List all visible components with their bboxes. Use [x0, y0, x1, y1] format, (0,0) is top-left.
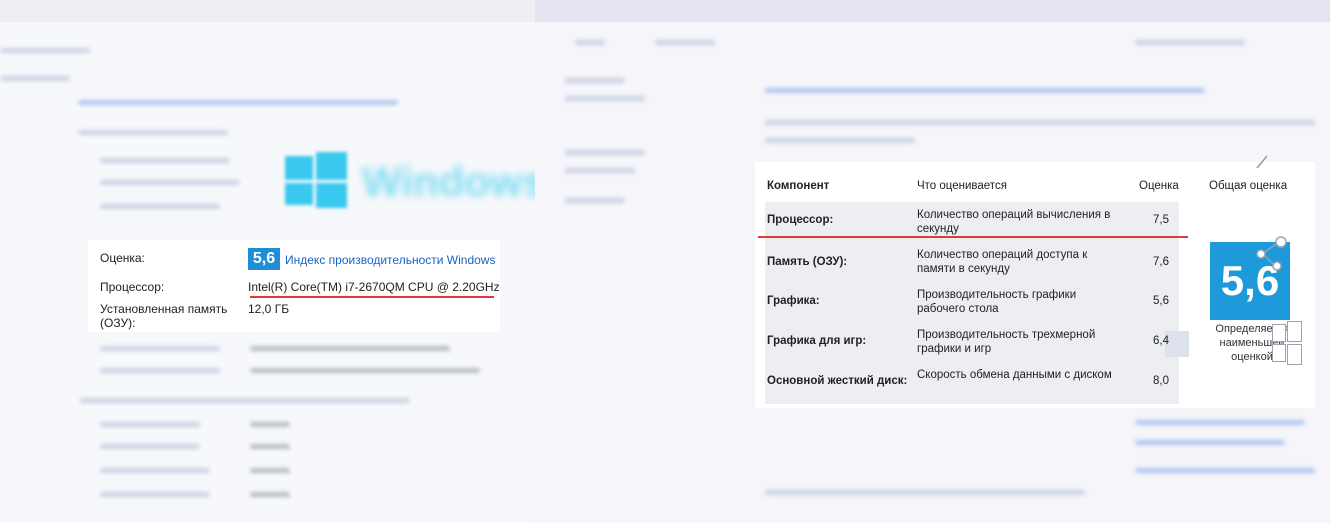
row-gaming-graphics-name: Графика для игр:: [767, 335, 867, 347]
blurred-text: [250, 444, 290, 449]
windows-logo-icon: [285, 150, 347, 208]
blurred-text: [100, 180, 240, 185]
blurred-text: [575, 40, 605, 45]
blurred-text: [78, 130, 228, 135]
header-what: Что оценивается: [917, 180, 1007, 192]
row-memory-score: 7,6: [1153, 256, 1169, 268]
row-processor-desc: Количество операций вычисления в секунду: [917, 209, 1111, 235]
processor-row-annotation-underline: [758, 236, 1188, 238]
memory-label: Установленная память (ОЗУ):: [100, 302, 228, 330]
blurred-text: [250, 422, 290, 427]
blurred-text: [1135, 468, 1315, 473]
blurred-text: [80, 398, 410, 403]
system-window: Windows Оценка: 5,6 Индекс производитель…: [0, 0, 546, 523]
windows-logo-small-icon: [1272, 321, 1302, 365]
performance-index-link[interactable]: Индекс производительности Windows: [285, 253, 495, 267]
blurred-text: [78, 100, 398, 105]
row-memory-name: Память (ОЗУ):: [767, 256, 848, 268]
row-gaming-graphics-desc: Производительность трехмерной графики и …: [917, 329, 1096, 355]
system-info-panel: Оценка: 5,6 Индекс производительности Wi…: [88, 240, 500, 332]
blurred-text: [765, 120, 1315, 125]
blurred-text: [250, 468, 290, 473]
blurred-text: [100, 346, 220, 351]
rating-badge[interactable]: 5,6: [248, 248, 280, 270]
row-memory-desc: Количество операций доступа к памяти в с…: [917, 249, 1088, 275]
processor-annotation-underline: [250, 296, 494, 298]
blurred-text: [765, 138, 915, 143]
blurred-text: [1135, 440, 1285, 445]
blurred-text: [0, 76, 70, 81]
memory-value: 12,0 ГБ: [248, 302, 290, 316]
blurred-text: [100, 444, 200, 449]
share-icon[interactable]: [1245, 228, 1295, 278]
header-score: Оценка: [1139, 180, 1179, 192]
pencil-icon[interactable]: [1255, 154, 1271, 170]
row-disk-name: Основной жесткий диск:: [767, 375, 908, 387]
blurred-text: [765, 490, 1085, 495]
blurred-text: [1135, 40, 1245, 45]
processor-label: Процессор:: [100, 280, 165, 294]
row-processor-score: 7,5: [1153, 214, 1169, 226]
blurred-text: [565, 168, 635, 173]
blurred-text: [100, 492, 210, 497]
blurred-text: [100, 468, 210, 473]
rating-label: Оценка:: [100, 251, 145, 265]
blurred-text: [250, 368, 480, 373]
row-graphics-desc: Производительность графики рабочего стол…: [917, 289, 1077, 315]
windows-wordmark: Windows: [362, 158, 546, 205]
row-graphics-score: 5,6: [1153, 295, 1169, 307]
blurred-text: [250, 346, 450, 351]
blurred-text: [565, 78, 625, 83]
blurred-text: [565, 96, 645, 101]
assessment-table: Компонент Что оценивается Оценка Общая о…: [755, 155, 1315, 408]
blurred-text: [565, 150, 645, 155]
blurred-text: [565, 198, 625, 203]
blurred-text: [0, 48, 90, 53]
row-graphics-name: Графика:: [767, 295, 820, 307]
header-component: Компонент: [767, 180, 830, 192]
blurred-text: [250, 492, 290, 497]
title-bar: [0, 0, 540, 22]
processor-value: Intel(R) Core(TM) i7-2670QM CPU @ 2.20GH…: [248, 280, 500, 294]
blurred-text: [100, 422, 200, 427]
row-disk-desc: Скорость обмена данными с диском: [917, 369, 1112, 381]
header-total: Общая оценка: [1209, 180, 1288, 192]
blurred-text: [100, 158, 230, 163]
blurred-text: [100, 204, 220, 209]
row-disk-score: 8,0: [1153, 375, 1169, 387]
blurred-text: [765, 88, 1205, 93]
title-bar: [535, 0, 1330, 22]
row-processor-name: Процессор:: [767, 214, 834, 226]
blurred-text: [1135, 420, 1305, 425]
blurred-text: [100, 368, 220, 373]
row-gaming-graphics-score: 6,4: [1153, 335, 1169, 347]
blurred-text: [655, 40, 715, 45]
